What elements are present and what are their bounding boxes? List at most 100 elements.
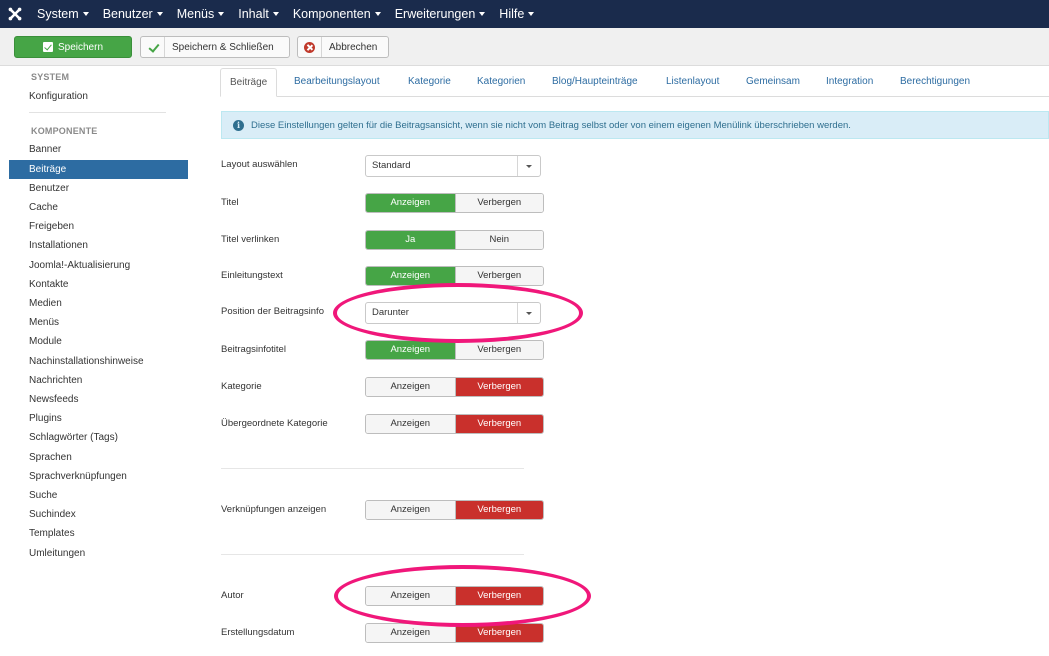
tab-listenlayout[interactable]: Listenlayout — [666, 68, 719, 97]
field-label: Layout auswählen — [221, 159, 298, 170]
options-tabs: Beiträge Bearbeitungslayout Kategorie Ka… — [220, 68, 1049, 97]
tab-gemeinsam[interactable]: Gemeinsam — [746, 68, 800, 97]
beitragsinfotitel-toggle: Anzeigen Verbergen — [365, 340, 544, 360]
menu-komponenten[interactable]: Komponenten — [286, 0, 388, 28]
sidebar-item-newsfeeds[interactable]: Newsfeeds — [9, 390, 188, 409]
select-value: Darunter — [372, 307, 409, 318]
menu-benutzer[interactable]: Benutzer — [96, 0, 170, 28]
sidebar-item-joomla-update[interactable]: Joomla!-Aktualisierung — [9, 256, 188, 275]
field-beitragsinfotitel: Beitragsinfotitel Anzeigen Verbergen — [221, 340, 621, 362]
sidebar-item-kontakte[interactable]: Kontakte — [9, 275, 188, 294]
option-nein[interactable]: Nein — [454, 231, 543, 249]
sidebar-item-sprachverknuepfungen[interactable]: Sprachverknüpfungen — [9, 467, 188, 486]
menu-system[interactable]: System — [30, 0, 96, 28]
sidebar-item-suchindex[interactable]: Suchindex — [9, 505, 188, 524]
sidebar-item-konfiguration[interactable]: Konfiguration — [9, 87, 188, 106]
caret-down-icon — [479, 12, 486, 16]
menu-erweiterungen[interactable]: Erweiterungen — [388, 0, 493, 28]
save-label: Speichern — [57, 41, 104, 53]
sidebar-item-medien[interactable]: Medien — [9, 294, 188, 313]
position-select[interactable]: Darunter — [365, 302, 541, 324]
sidebar-item-templates[interactable]: Templates — [9, 524, 188, 543]
sidebar-header-komponente: KOMPONENTE — [31, 126, 98, 136]
option-anzeigen[interactable]: Anzeigen — [366, 378, 455, 396]
sidebar-item-nachrichten[interactable]: Nachrichten — [9, 371, 188, 390]
menu-menues[interactable]: Menüs — [170, 0, 232, 28]
field-einleitungstext: Einleitungstext Anzeigen Verbergen — [221, 266, 621, 288]
menu-label: Inhalt — [238, 7, 269, 21]
field-kategorie: Kategorie Anzeigen Verbergen — [221, 377, 621, 399]
option-anzeigen[interactable]: Anzeigen — [366, 624, 455, 642]
save-button[interactable]: Speichern — [14, 36, 132, 58]
section-divider — [221, 468, 524, 469]
info-icon: i — [233, 119, 244, 131]
save-close-button[interactable]: Speichern & Schließen — [140, 36, 290, 58]
sidebar: SYSTEM Konfiguration KOMPONENTE Banner B… — [0, 66, 195, 656]
option-ja[interactable]: Ja — [366, 231, 455, 249]
sidebar-item-cache[interactable]: Cache — [9, 198, 188, 217]
cancel-label: Abbrechen — [329, 41, 378, 53]
option-verbergen[interactable]: Verbergen — [454, 624, 543, 642]
menu-label: System — [37, 7, 79, 21]
joomla-logo-icon[interactable] — [0, 0, 30, 28]
field-label: Übergeordnete Kategorie — [221, 418, 328, 429]
option-anzeigen[interactable]: Anzeigen — [366, 267, 455, 285]
info-alert: i Diese Einstellungen gelten für die Bei… — [221, 111, 1049, 139]
field-label: Einleitungstext — [221, 270, 283, 281]
option-verbergen[interactable]: Verbergen — [454, 341, 543, 359]
option-anzeigen[interactable]: Anzeigen — [366, 194, 455, 212]
sidebar-divider — [29, 112, 166, 113]
option-verbergen[interactable]: Verbergen — [454, 587, 543, 605]
tab-blog-haupteintraege[interactable]: Blog/Haupteinträge — [552, 68, 638, 97]
sidebar-item-menues[interactable]: Menüs — [9, 313, 188, 332]
sidebar-item-freigeben[interactable]: Freigeben — [9, 217, 188, 236]
option-verbergen[interactable]: Verbergen — [454, 194, 543, 212]
field-titel: Titel Anzeigen Verbergen — [221, 193, 621, 215]
einleitungstext-toggle: Anzeigen Verbergen — [365, 266, 544, 286]
sidebar-item-benutzer[interactable]: Benutzer — [9, 179, 188, 198]
option-anzeigen[interactable]: Anzeigen — [366, 415, 455, 433]
cancel-button[interactable]: Abbrechen — [297, 36, 389, 58]
tab-bearbeitungslayout[interactable]: Bearbeitungslayout — [294, 68, 380, 97]
check-icon — [148, 42, 158, 52]
menu-label: Komponenten — [292, 7, 371, 21]
option-anzeigen[interactable]: Anzeigen — [366, 501, 455, 519]
tab-kategorien[interactable]: Kategorien — [477, 68, 525, 97]
sidebar-item-beitraege[interactable]: Beiträge — [9, 160, 188, 179]
sidebar-item-umleitungen[interactable]: Umleitungen — [9, 544, 188, 563]
autor-toggle: Anzeigen Verbergen — [365, 586, 544, 606]
field-uebergeordnete-kategorie: Übergeordnete Kategorie Anzeigen Verberg… — [221, 414, 621, 436]
tab-kategorie[interactable]: Kategorie — [408, 68, 451, 97]
sidebar-item-banner[interactable]: Banner — [9, 140, 188, 159]
menu-inhalt[interactable]: Inhalt — [231, 0, 286, 28]
option-anzeigen[interactable]: Anzeigen — [366, 587, 455, 605]
sidebar-item-module[interactable]: Module — [9, 332, 188, 351]
sidebar-item-suche[interactable]: Suche — [9, 486, 188, 505]
sidebar-item-tags[interactable]: Schlagwörter (Tags) — [9, 428, 188, 447]
select-value: Standard — [372, 160, 411, 171]
option-verbergen[interactable]: Verbergen — [454, 501, 543, 519]
menu-label: Benutzer — [102, 7, 153, 21]
option-verbergen[interactable]: Verbergen — [454, 378, 543, 396]
field-label: Titel — [221, 197, 239, 208]
toolbar: Speichern Speichern & Schließen Abbreche… — [0, 28, 1049, 66]
field-label: Erstellungsdatum — [221, 627, 295, 638]
sidebar-item-sprachen[interactable]: Sprachen — [9, 448, 188, 467]
sidebar-item-nachinstallationshinweise[interactable]: Nachinstallationshinweise — [9, 352, 188, 371]
main-menu: System Benutzer Menüs Inhalt Komponenten… — [30, 0, 541, 28]
field-titel-verlinken: Titel verlinken Ja Nein — [221, 230, 621, 252]
info-alert-text: Diese Einstellungen gelten für die Beitr… — [251, 119, 851, 131]
option-verbergen[interactable]: Verbergen — [454, 267, 543, 285]
tab-beitraege[interactable]: Beiträge — [220, 68, 278, 97]
tab-berechtigungen[interactable]: Berechtigungen — [900, 68, 970, 97]
tab-integration[interactable]: Integration — [826, 68, 873, 97]
layout-select[interactable]: Standard — [365, 155, 541, 177]
sidebar-item-plugins[interactable]: Plugins — [9, 409, 188, 428]
sidebar-item-installationen[interactable]: Installationen — [9, 236, 188, 255]
kategorie-toggle: Anzeigen Verbergen — [365, 377, 544, 397]
titel-verlinken-toggle: Ja Nein — [365, 230, 544, 250]
top-navbar: System Benutzer Menüs Inhalt Komponenten… — [0, 0, 1049, 28]
option-anzeigen[interactable]: Anzeigen — [366, 341, 455, 359]
option-verbergen[interactable]: Verbergen — [454, 415, 543, 433]
menu-hilfe[interactable]: Hilfe — [492, 0, 541, 28]
